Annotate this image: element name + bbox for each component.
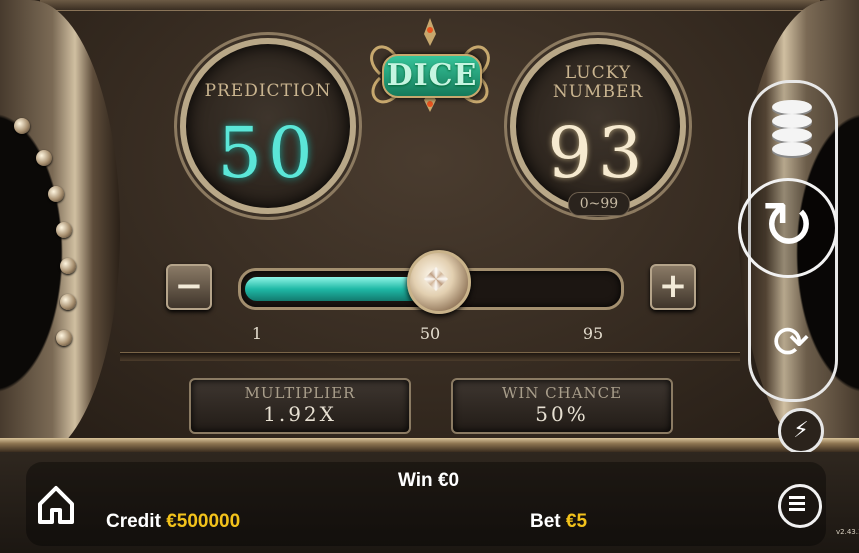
rivet xyxy=(60,294,76,310)
win-chance-value: 50% xyxy=(535,402,589,426)
multiplier-box: MULTIPLIER 1.92X xyxy=(189,378,411,434)
slider-mid-label: 50 xyxy=(419,324,441,343)
game-stage: DICE PREDICTION 50 LUCKY NUMBER 93 0~99 … xyxy=(0,0,859,460)
win-display: Win €0 xyxy=(398,470,459,492)
lucky-number-label-line2: NUMBER xyxy=(552,82,644,102)
prediction-label: PREDICTION xyxy=(204,81,332,101)
rivet xyxy=(56,222,72,238)
coin-icon xyxy=(772,100,812,114)
multiplier-value: 1.92X xyxy=(263,402,337,426)
credit-label: Credit xyxy=(106,511,161,532)
multiplier-label: MULTIPLIER xyxy=(244,384,356,402)
win-value: €0 xyxy=(437,470,460,491)
lucky-number-value: 93 xyxy=(547,112,649,194)
dice-logo: DICE xyxy=(360,16,500,120)
rivet xyxy=(14,118,30,134)
top-rail xyxy=(40,0,820,11)
slider-max-label: 95 xyxy=(582,324,604,343)
spin-icon: ↻ xyxy=(760,187,816,264)
divider-rail xyxy=(120,352,740,361)
slider-handle[interactable] xyxy=(407,250,471,314)
coin-icon xyxy=(772,128,812,142)
bet-coins-button[interactable] xyxy=(768,98,816,156)
home-button[interactable] xyxy=(36,484,76,526)
win-label: Win xyxy=(398,470,433,491)
turbo-button[interactable]: ⚡ xyxy=(778,408,824,454)
version-label: v2.43.1 xyxy=(836,528,859,536)
rivet xyxy=(60,258,76,274)
increase-button[interactable]: + xyxy=(650,264,696,310)
credit-value: €500000 xyxy=(166,511,241,532)
prediction-value: 50 xyxy=(217,112,319,194)
rivet xyxy=(48,186,64,202)
bottom-rail xyxy=(0,438,859,452)
coin-icon xyxy=(772,114,812,128)
credit-display: Credit €500000 xyxy=(106,511,240,533)
bet-display[interactable]: Bet €5 xyxy=(530,511,587,533)
bet-label: Bet xyxy=(530,511,561,532)
prediction-dial: PREDICTION 50 xyxy=(180,38,356,214)
range-badge: 0~99 xyxy=(568,192,630,216)
rivet xyxy=(56,330,72,346)
autoplay-icon: ⟳ xyxy=(772,317,810,368)
win-chance-box: WIN CHANCE 50% xyxy=(451,378,673,434)
lightning-icon: ⚡ xyxy=(793,418,809,443)
slider-min-label: 1 xyxy=(251,324,263,343)
bottom-bar xyxy=(0,452,859,553)
home-icon xyxy=(38,486,74,524)
coin-icon xyxy=(772,142,812,156)
menu-button[interactable] xyxy=(778,484,822,528)
lucky-number-dial: LUCKY NUMBER 93 0~99 xyxy=(510,38,686,216)
bet-value: €5 xyxy=(565,511,588,532)
win-chance-label: WIN CHANCE xyxy=(501,384,623,402)
autoplay-button[interactable]: ⟳ xyxy=(766,318,816,368)
logo-text: DICE xyxy=(382,54,482,98)
rivet xyxy=(36,150,52,166)
hamburger-icon xyxy=(789,496,805,511)
lucky-number-label-line1: LUCKY xyxy=(564,63,632,83)
left-vault-pillar xyxy=(0,0,120,460)
decrease-button[interactable]: − xyxy=(166,264,212,310)
spin-button[interactable]: ↻ xyxy=(738,178,838,278)
